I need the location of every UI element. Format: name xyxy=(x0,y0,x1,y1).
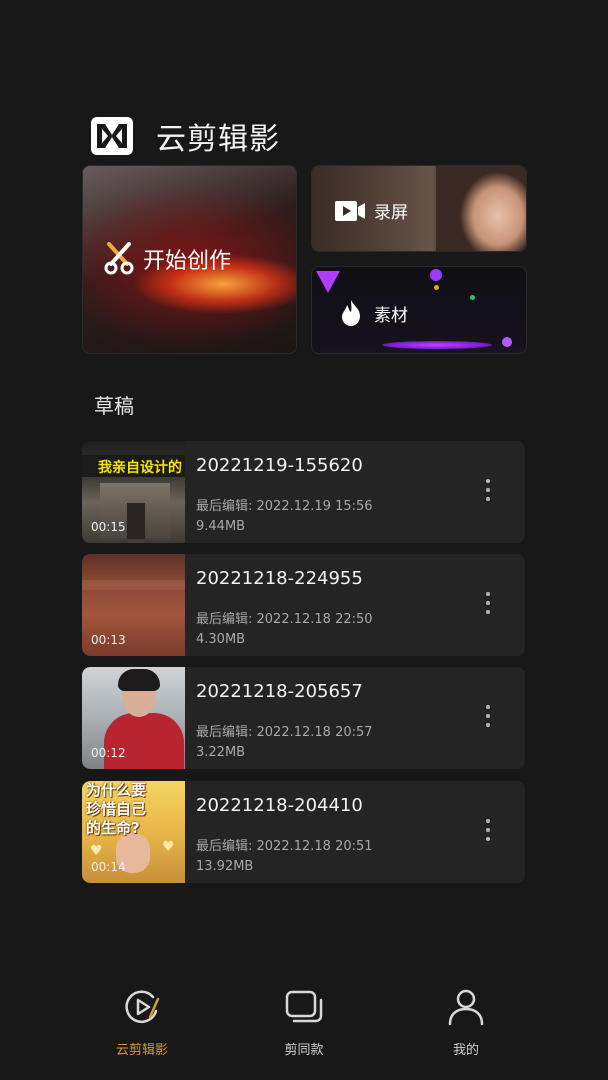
draft-last-edited: 最后编辑: 2022.12.18 20:51 xyxy=(196,839,373,854)
draft-size: 13.92MB xyxy=(196,859,254,874)
heart-icon: ♥ xyxy=(162,839,175,855)
more-options-icon[interactable] xyxy=(482,819,494,845)
thumb-caption: 为什么要 珍惜自己 的生命? xyxy=(86,781,147,837)
draft-thumbnail[interactable]: 00:13 xyxy=(82,554,185,656)
bottom-tab-bar: 云剪辑影 剪同款 我的 xyxy=(0,975,608,1080)
material-label: 素材 xyxy=(374,305,408,326)
start-create-card[interactable]: 开始创作 xyxy=(82,165,297,354)
draft-size: 4.30MB xyxy=(196,632,246,647)
draft-duration: 00:14 xyxy=(91,860,126,874)
record-content: 录屏 xyxy=(334,198,408,223)
draft-item[interactable]: 我亲自设计的 00:15 20221219-155620 最后编辑: 2022.… xyxy=(82,441,525,543)
start-create-label: 开始创作 xyxy=(143,249,232,274)
thumb-person-body xyxy=(104,713,184,769)
record-bg-face xyxy=(436,166,526,251)
thumb-person-hair xyxy=(118,669,160,691)
neon-dot xyxy=(502,337,512,347)
stacked-cards-icon xyxy=(285,990,323,1023)
neon-dot xyxy=(434,285,439,290)
draft-duration: 00:13 xyxy=(91,633,126,647)
draft-thumbnail[interactable]: 我亲自设计的 00:15 xyxy=(82,441,185,543)
neon-dot xyxy=(430,269,442,281)
draft-thumbnail[interactable]: 00:12 xyxy=(82,667,185,769)
record-label: 录屏 xyxy=(374,203,408,223)
tab-me-label: 我的 xyxy=(452,1043,479,1058)
thumb-door xyxy=(127,503,145,539)
draft-last-edited: 最后编辑: 2022.12.18 20:57 xyxy=(196,725,373,740)
material-card[interactable]: 素材 xyxy=(311,266,527,354)
more-options-icon[interactable] xyxy=(482,705,494,731)
app-header: 云剪辑影 xyxy=(90,112,280,160)
scissors-icon xyxy=(104,242,134,275)
screen-record-card[interactable]: 录屏 xyxy=(311,165,527,252)
draft-item[interactable]: 00:12 20221218-205657 最后编辑: 2022.12.18 2… xyxy=(82,667,525,769)
draft-duration: 00:12 xyxy=(91,746,126,760)
draft-title: 20221218-205657 xyxy=(196,681,363,702)
tab-home[interactable]: 云剪辑影 xyxy=(82,987,202,1058)
draft-title: 20221219-155620 xyxy=(196,455,363,476)
thumb-horizon xyxy=(82,580,185,590)
drafts-section-title: 草稿 xyxy=(94,394,134,418)
draft-title: 20221218-204410 xyxy=(196,795,363,816)
draft-duration: 00:15 xyxy=(91,520,126,534)
tab-templates-label: 剪同款 xyxy=(284,1043,324,1058)
neon-dot xyxy=(470,295,475,300)
draft-size: 9.44MB xyxy=(196,519,246,534)
thumb-banner: 我亲自设计的 xyxy=(82,455,185,477)
draft-title: 20221218-224955 xyxy=(196,568,363,589)
draft-last-edited: 最后编辑: 2022.12.18 22:50 xyxy=(196,612,373,627)
more-options-icon[interactable] xyxy=(482,592,494,618)
material-content: 素材 xyxy=(340,299,408,327)
app-title: 云剪辑影 xyxy=(156,122,280,157)
play-edit-icon xyxy=(125,990,160,1024)
heart-icon: ♥ xyxy=(90,843,103,859)
draft-last-edited: 最后编辑: 2022.12.19 15:56 xyxy=(196,499,373,514)
neon-triangle-decoration xyxy=(316,271,340,293)
app-logo-icon xyxy=(91,117,133,155)
draft-item[interactable]: ♥ ♥ 为什么要 珍惜自己 的生命? 00:14 20221218-204410… xyxy=(82,781,525,883)
draft-size: 3.22MB xyxy=(196,745,246,760)
tab-home-label: 云剪辑影 xyxy=(115,1043,168,1058)
draft-item[interactable]: 00:13 20221218-224955 最后编辑: 2022.12.18 2… xyxy=(82,554,525,656)
more-options-icon[interactable] xyxy=(482,479,494,505)
video-camera-icon xyxy=(335,200,365,221)
tab-templates[interactable]: 剪同款 xyxy=(244,987,364,1058)
tab-me[interactable]: 我的 xyxy=(406,987,526,1058)
neon-stage-decoration xyxy=(382,341,492,349)
person-icon xyxy=(448,989,484,1026)
draft-thumbnail[interactable]: ♥ ♥ 为什么要 珍惜自己 的生命? 00:14 xyxy=(82,781,185,883)
start-create-content: 开始创作 xyxy=(103,242,231,276)
flame-icon xyxy=(342,300,360,326)
thumb-caption: 我亲自设计的 xyxy=(98,460,182,476)
